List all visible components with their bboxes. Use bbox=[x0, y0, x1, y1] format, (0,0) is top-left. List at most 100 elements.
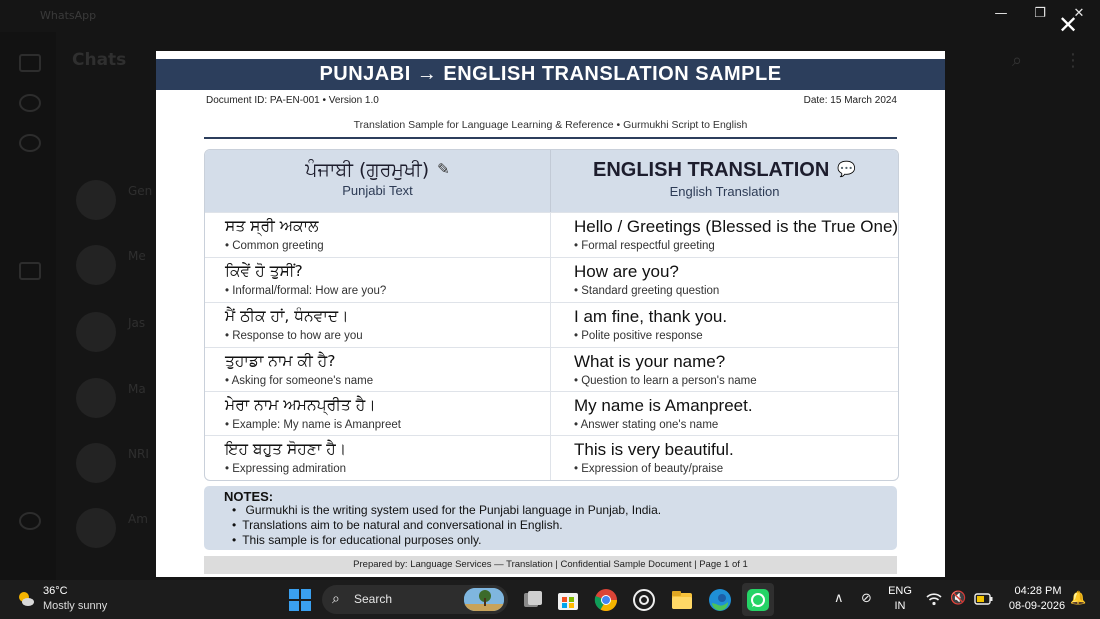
taskbar-search-box[interactable]: ⌕ Search bbox=[322, 585, 508, 614]
weather-sun-cloud-icon[interactable] bbox=[16, 589, 36, 609]
punjabi-note: • Informal/formal: How are you? bbox=[225, 285, 387, 297]
search-icon: ⌕ bbox=[332, 591, 340, 607]
edge-icon[interactable] bbox=[708, 588, 732, 612]
clock-time[interactable]: 04:28 PM bbox=[1010, 585, 1066, 597]
restore-button[interactable]: ❐ bbox=[1030, 6, 1050, 21]
document-footer: Prepared by: Language Services — Transla… bbox=[204, 556, 897, 574]
chat-name: Jas bbox=[128, 316, 146, 330]
chat-name: NRI bbox=[128, 447, 149, 461]
chatgpt-icon[interactable] bbox=[632, 588, 656, 612]
background-left-nav bbox=[0, 32, 56, 580]
windows-start-icon[interactable] bbox=[288, 588, 312, 612]
more-options-icon: ⋮ bbox=[1064, 50, 1082, 71]
punjabi-phrase: ਮੈਂ ਠੀਕ ਹਾਂ, ਧੰਨਵਾਦ। bbox=[225, 307, 349, 325]
chat-list-item: Me bbox=[72, 245, 152, 285]
english-phrase: This is very beautiful. bbox=[574, 440, 734, 459]
english-note: • Polite positive response bbox=[574, 330, 703, 342]
chat-bubbles-icon: 💬 bbox=[837, 161, 856, 178]
punjabi-phrase: ਸਤ ਸ੍ਰੀ ਅਕਾਲ bbox=[225, 217, 319, 235]
background-app-title: WhatsApp bbox=[40, 9, 97, 22]
english-note: • Answer stating one's name bbox=[574, 419, 719, 431]
document-title: PUNJABI → ENGLISH TRANSLATION SAMPLE bbox=[156, 59, 945, 90]
english-header-label: ENGLISH TRANSLATION bbox=[593, 159, 830, 181]
english-phrase: My name is Amanpreet. bbox=[574, 396, 753, 415]
punjabi-note: • Expressing admiration bbox=[225, 463, 346, 475]
battery-icon[interactable] bbox=[974, 593, 994, 605]
english-note: • Question to learn a person's name bbox=[574, 375, 757, 387]
media-nav-icon bbox=[19, 262, 41, 280]
chat-name: Me bbox=[128, 249, 146, 263]
avatar bbox=[76, 312, 116, 352]
punjabi-phrase: ਕਿਵੇਂ ਹੋ ਤੁਸੀਂ? bbox=[225, 262, 303, 280]
search-icon: ⌕ bbox=[1012, 50, 1023, 71]
notification-bell-icon[interactable]: 🔔 bbox=[1070, 591, 1086, 606]
punjabi-header-label: ਪੰਜਾਬੀ (ਗੁਰਮੁਖੀ) bbox=[305, 159, 430, 181]
chrome-icon[interactable] bbox=[594, 588, 618, 612]
note-item: Translations aim to be natural and conve… bbox=[232, 518, 661, 533]
english-note: • Formal respectful greeting bbox=[574, 240, 715, 252]
document-image: PUNJABI → ENGLISH TRANSLATION SAMPLE Doc… bbox=[156, 51, 945, 577]
minimize-button[interactable]: — bbox=[991, 6, 1011, 21]
chats-heading: Chats bbox=[72, 50, 127, 70]
search-label: Search bbox=[354, 592, 393, 606]
weather-description[interactable]: Mostly sunny bbox=[43, 600, 107, 612]
show-hidden-icons-chevron-icon[interactable]: ∧ bbox=[834, 591, 844, 606]
english-subheader: English Translation bbox=[669, 184, 780, 199]
volume-muted-icon[interactable]: 🔇 bbox=[950, 591, 966, 606]
profile-nav-icon bbox=[19, 512, 41, 530]
language-indicator-line2[interactable]: IN bbox=[888, 600, 912, 612]
translation-table: ਪੰਜਾਬੀ (ਗੁਰਮੁਖੀ) ✎ Punjabi Text ENGLISH T… bbox=[204, 149, 899, 481]
language-indicator-line1[interactable]: ENG bbox=[888, 585, 912, 597]
table-row: ਸਤ ਸ੍ਰੀ ਅਕਾਲ • Common greeting Hello / Gr… bbox=[205, 212, 898, 258]
background-titlebar: WhatsApp bbox=[0, 0, 1100, 32]
microsoft-store-icon[interactable] bbox=[556, 588, 580, 612]
notes-title: NOTES: bbox=[224, 489, 274, 504]
punjabi-note: • Response to how are you bbox=[225, 330, 363, 342]
notes-box: NOTES: Gurmukhi is the writing system us… bbox=[204, 486, 897, 550]
calls-nav-icon bbox=[19, 94, 41, 112]
file-explorer-icon[interactable] bbox=[670, 588, 694, 612]
viewer-close-button[interactable]: ✕ bbox=[1055, 12, 1081, 38]
english-note: • Expression of beauty/praise bbox=[574, 463, 724, 475]
document-id: Document ID: PA-EN-001 • Version 1.0 bbox=[206, 95, 379, 106]
punjabi-phrase: ਇਹ ਬਹੁਤ ਸੋਹਣਾ ਹੈ। bbox=[225, 440, 347, 458]
divider bbox=[204, 137, 897, 139]
avatar bbox=[76, 508, 116, 548]
table-row: ਇਹ ਬਹੁਤ ਸੋਹਣਾ ਹੈ। • Expressing admiration… bbox=[205, 435, 898, 480]
search-highlight-image bbox=[464, 588, 504, 611]
weather-temperature[interactable]: 36°C bbox=[43, 585, 68, 597]
punjabi-subheader: Punjabi Text bbox=[342, 183, 413, 198]
whatsapp-icon[interactable] bbox=[746, 588, 770, 612]
table-row: ਤੁਹਾਡਾ ਨਾਮ ਕੀ ਹੈ? • Asking for someone's … bbox=[205, 347, 898, 392]
notes-list: Gurmukhi is the writing system used for … bbox=[232, 503, 661, 548]
punjabi-note: • Example: My name is Amanpreet bbox=[225, 419, 401, 431]
table-row: ਕਿਵੇਂ ਹੋ ਤੁਸੀਂ? • Informal/formal: How ar… bbox=[205, 257, 898, 303]
english-phrase: How are you? bbox=[574, 262, 679, 281]
pencil-icon: ✎ bbox=[437, 160, 450, 178]
chat-list-item: Ma bbox=[72, 378, 152, 418]
punjabi-note: • Asking for someone's name bbox=[225, 375, 374, 387]
english-note: • Standard greeting question bbox=[574, 285, 720, 297]
chat-list-item: Am bbox=[72, 508, 152, 548]
task-view-icon[interactable] bbox=[521, 588, 545, 612]
punjabi-phrase: ਮੇਰਾ ਨਾਮ ਅਮਨਪ੍ਰੀਤ ਹੈ। bbox=[225, 396, 376, 414]
chat-name: Gen bbox=[128, 184, 153, 198]
avatar bbox=[76, 245, 116, 285]
note-item: This sample is for educational purposes … bbox=[232, 533, 661, 548]
punjabi-note: • Common greeting bbox=[225, 240, 324, 252]
taskbar: 36°C Mostly sunny ⌕ Search ∧ ⊘ ENG IN 🔇 … bbox=[0, 580, 1100, 619]
chat-name: Ma bbox=[128, 382, 146, 396]
chat-list-item: Gen bbox=[72, 180, 152, 220]
avatar bbox=[76, 443, 116, 483]
clock-date[interactable]: 08-09-2026 bbox=[1004, 600, 1070, 612]
avatar bbox=[76, 378, 116, 418]
table-row: ਮੈਂ ਠੀਕ ਹਾਂ, ਧੰਨਵਾਦ। • Response to how ar… bbox=[205, 302, 898, 348]
english-phrase: I am fine, thank you. bbox=[574, 307, 728, 326]
punjabi-phrase: ਤੁਹਾਡਾ ਨਾਮ ਕੀ ਹੈ? bbox=[225, 352, 336, 370]
network-off-icon[interactable]: ⊘ bbox=[861, 591, 872, 606]
chat-list-item: NRI bbox=[72, 443, 152, 483]
english-column-header: ENGLISH TRANSLATION 💬 English Translation bbox=[551, 150, 898, 212]
wifi-icon[interactable] bbox=[926, 592, 942, 606]
document-subtitle: Translation Sample for Language Learning… bbox=[353, 119, 748, 131]
avatar bbox=[76, 180, 116, 220]
